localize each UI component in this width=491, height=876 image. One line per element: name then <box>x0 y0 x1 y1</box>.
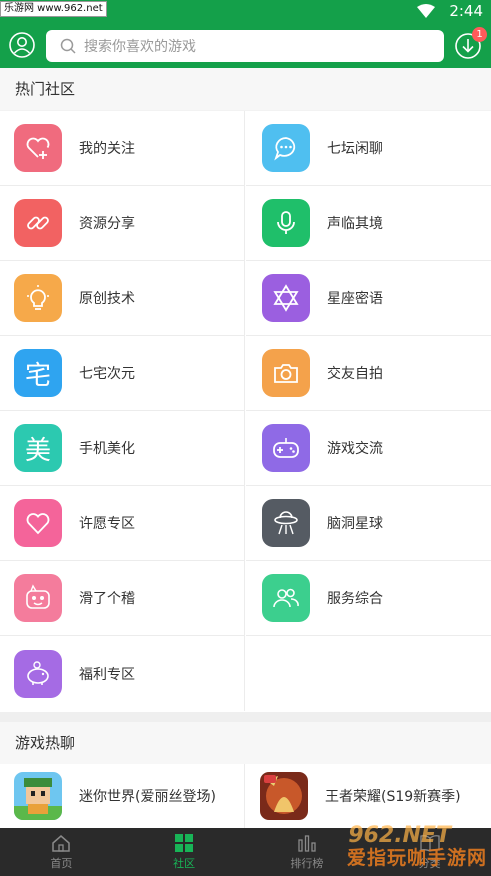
lightbulb-icon <box>14 274 62 322</box>
gamepad-icon <box>262 424 310 472</box>
community-label: 手机美化 <box>79 441 135 457</box>
community-label: 脑洞星球 <box>327 516 383 532</box>
chat-bubble-icon <box>262 124 310 172</box>
mini-world-game-icon <box>14 772 62 820</box>
community-label: 资源分享 <box>79 216 135 232</box>
community-item[interactable]: 声临其境 <box>246 186 491 261</box>
community-label: 福利专区 <box>79 666 135 683</box>
game-section-title: 游戏热聊 <box>0 722 491 764</box>
hot-section-title: 热门社区 <box>0 68 491 110</box>
community-item[interactable]: 原创技术 <box>0 261 245 336</box>
honor-of-kings-game-icon <box>260 772 308 820</box>
community-label: 许愿专区 <box>79 516 135 532</box>
empty-cell <box>246 636 491 711</box>
community-item[interactable]: 许愿专区 <box>0 486 245 561</box>
community-label: 声临其境 <box>327 216 383 232</box>
community-label: 交友自拍 <box>327 366 383 382</box>
link-icon <box>14 199 62 247</box>
tab-label: 首页 <box>50 856 73 870</box>
microphone-icon <box>262 199 310 247</box>
app-header: 搜索你喜欢的游戏 1 <box>0 22 491 68</box>
tab-community[interactable]: 社区 <box>123 828 246 876</box>
download-count-badge: 1 <box>472 27 487 42</box>
user-profile-icon[interactable] <box>9 32 35 58</box>
community-item[interactable]: 服务综合 <box>246 561 491 636</box>
zhai-character-icon: 宅 <box>14 349 62 397</box>
community-label: 七宅次元 <box>79 366 135 382</box>
mei-character-icon: 美 <box>14 424 62 472</box>
community-label: 原创技术 <box>79 291 135 307</box>
community-item[interactable]: 福利专区 <box>0 636 245 711</box>
community-label: 滑了个稽 <box>79 591 135 607</box>
community-item[interactable]: 滑了个稽 <box>0 561 245 636</box>
community-item[interactable]: 交友自拍 <box>246 336 491 411</box>
community-item[interactable]: 游戏交流 <box>246 411 491 486</box>
community-label: 七坛闲聊 <box>327 141 383 157</box>
community-grid: 我的关注 七坛闲聊 资源分享 声临其境 原创技术 星座密语 宅 七宅次元 交友自… <box>0 111 491 712</box>
search-icon <box>60 38 76 54</box>
search-placeholder: 搜索你喜欢的游戏 <box>84 39 196 55</box>
heart-plus-icon <box>14 124 62 172</box>
funny-face-icon <box>14 574 62 622</box>
star-of-david-icon <box>262 274 310 322</box>
game-label: 王者荣耀(S19新赛季) <box>325 789 461 805</box>
heart-icon <box>14 499 62 547</box>
section-divider <box>0 712 491 722</box>
game-list: 迷你世界(爱丽丝登场) 王者荣耀(S19新赛季) <box>0 764 491 828</box>
piggy-bank-icon <box>14 649 62 698</box>
game-item[interactable]: 王者荣耀(S19新赛季) <box>246 764 491 828</box>
grid-icon <box>175 833 194 852</box>
tab-label: 社区 <box>173 856 196 870</box>
bar-chart-icon <box>298 834 316 852</box>
status-bar: 乐游网 www.962.net 2:44 <box>0 0 491 22</box>
community-label: 游戏交流 <box>327 441 383 457</box>
search-input[interactable]: 搜索你喜欢的游戏 <box>46 30 444 62</box>
wifi-icon <box>417 4 436 18</box>
ufo-icon <box>262 499 310 547</box>
status-time: 2:44 <box>449 2 483 20</box>
community-item[interactable]: 脑洞星球 <box>246 486 491 561</box>
community-label: 我的关注 <box>79 141 135 157</box>
tab-home[interactable]: 首页 <box>0 828 123 876</box>
community-item[interactable]: 宅 七宅次元 <box>0 336 245 411</box>
community-item[interactable]: 我的关注 <box>0 111 245 186</box>
users-icon <box>262 574 310 622</box>
game-label: 迷你世界(爱丽丝登场) <box>79 789 216 805</box>
camera-icon <box>262 349 310 397</box>
community-item[interactable]: 星座密语 <box>246 261 491 336</box>
home-icon <box>52 834 71 852</box>
community-label: 星座密语 <box>327 291 383 307</box>
community-item[interactable]: 资源分享 <box>0 186 245 261</box>
status-indicators: 2:44 <box>417 2 483 20</box>
community-label: 服务综合 <box>327 591 383 607</box>
community-item[interactable]: 七坛闲聊 <box>246 111 491 186</box>
community-item[interactable]: 美 手机美化 <box>0 411 245 486</box>
site-watermark: 乐游网 www.962.net <box>0 1 107 17</box>
tab-label: 排行榜 <box>290 856 324 870</box>
watermark-text: 爱指玩咖手游网 <box>346 847 487 869</box>
game-item[interactable]: 迷你世界(爱丽丝登场) <box>0 764 245 828</box>
